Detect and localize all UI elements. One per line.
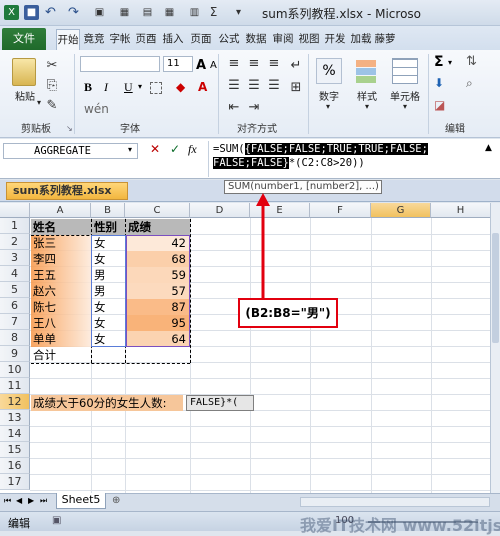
macro-record-icon[interactable]: ▣ bbox=[52, 515, 61, 526]
watermark: 我爱IT技术网 www.52itjs.com bbox=[300, 516, 500, 535]
annotation-callout: (B2:B8="男") bbox=[238, 298, 338, 328]
prev-sheet-icon[interactable]: ◀ bbox=[16, 496, 22, 505]
insert-sheet-icon[interactable]: ⊕ bbox=[112, 495, 120, 506]
first-sheet-icon[interactable]: ⏮ bbox=[4, 496, 11, 506]
last-sheet-icon[interactable]: ⏭ bbox=[40, 496, 47, 506]
status-mode: 编辑 bbox=[8, 517, 30, 530]
scroll-thumb[interactable] bbox=[492, 233, 499, 343]
annotation-arrow bbox=[256, 193, 270, 298]
horizontal-scrollbar[interactable] bbox=[300, 497, 490, 507]
status-bar: 编辑 ▣ 100 我爱IT技术网 www.52itjs.com bbox=[0, 511, 500, 535]
sheet-tab[interactable]: Sheet5 bbox=[56, 493, 106, 509]
vertical-scrollbar[interactable] bbox=[490, 203, 500, 493]
next-sheet-icon[interactable]: ▶ bbox=[28, 496, 34, 505]
